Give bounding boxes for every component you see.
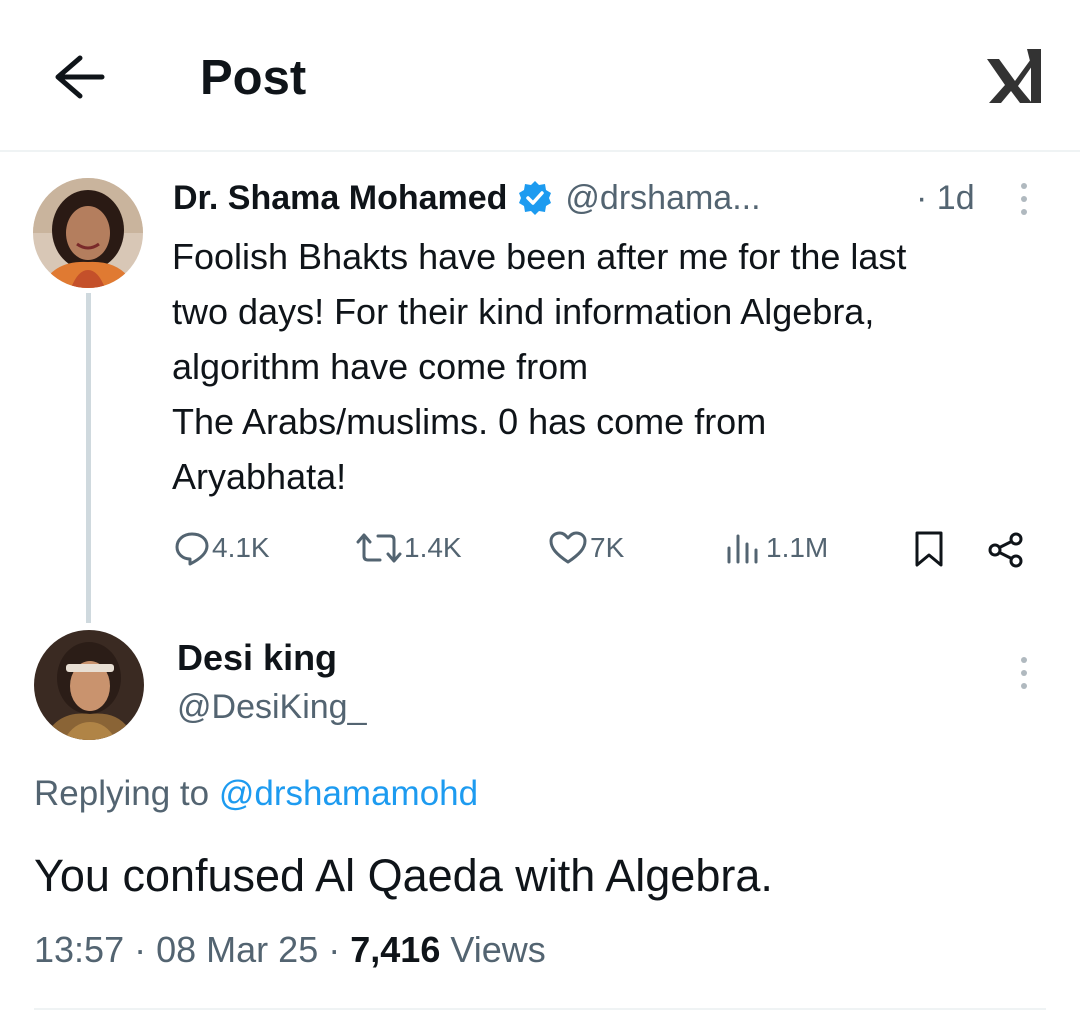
reply-text: You confused Al Qaeda with Algebra. [34, 850, 773, 901]
bookmark-icon [915, 531, 943, 567]
separator: · [134, 929, 147, 970]
avatar[interactable] [34, 630, 144, 740]
separator: · [916, 179, 928, 217]
share-button[interactable] [986, 530, 1028, 570]
post-time: · 1d [916, 174, 975, 222]
repost-icon [356, 533, 402, 563]
post-text: Foolish Bhakts have been after me for th… [172, 229, 1052, 504]
replying-to: Replying to @drshamamohd [34, 769, 478, 819]
action-bar: 4.1K 1.4K 7K 1.1M [0, 524, 1080, 574]
time-value: 1d [936, 179, 975, 217]
like-button[interactable]: 7K [548, 530, 624, 566]
handle[interactable]: @drshama... [565, 179, 760, 218]
reply-count: 4.1K [212, 532, 270, 563]
reply-icon [175, 532, 209, 566]
top-bar: Post [0, 0, 1080, 152]
page-title: Post [200, 51, 307, 105]
post-time[interactable]: 13:57 [34, 929, 124, 970]
more-options-icon[interactable] [1017, 657, 1031, 697]
x-logo-icon[interactable] [985, 45, 1045, 105]
replying-handle-link[interactable]: @drshamamohd [219, 774, 478, 813]
post-date[interactable]: 08 Mar 25 [156, 929, 318, 970]
views-icon [727, 534, 758, 564]
share-icon [988, 532, 1023, 568]
handle[interactable]: @DesiKing_ [177, 683, 367, 731]
display-name[interactable]: Dr. Shama Mohamed [173, 179, 507, 218]
verified-badge-icon [519, 181, 552, 215]
repost-count: 1.4K [404, 532, 462, 563]
post-text-line: The Arabs/muslims. 0 has come from [172, 401, 767, 442]
post-meta: 13:57 · 08 Mar 25 · 7,416 Views [34, 924, 546, 976]
avatar[interactable] [33, 178, 143, 288]
display-name[interactable]: Desi king [177, 634, 337, 682]
bookmark-button[interactable] [912, 530, 948, 568]
back-arrow-icon[interactable] [50, 50, 108, 104]
views-button[interactable]: 1.1M [724, 530, 828, 566]
post-text-line: two days! For their kind information Alg… [172, 291, 875, 332]
like-icon [549, 531, 587, 564]
repost-button[interactable]: 1.4K [356, 530, 462, 566]
reply-button[interactable]: 4.1K [174, 530, 270, 566]
divider [34, 1008, 1046, 1010]
post-text-line: algorithm have come from [172, 346, 589, 387]
post-text-line: Aryabhata! [172, 456, 347, 497]
views-count: 7,416 [350, 929, 441, 970]
views-label: Views [450, 929, 546, 970]
views-count: 1.1M [766, 532, 829, 563]
author-row: Dr. Shama Mohamed @drshama... [173, 174, 761, 222]
more-options-icon[interactable] [1017, 183, 1031, 223]
separator: · [328, 929, 341, 970]
replying-prefix: Replying to [34, 774, 210, 813]
like-count: 7K [590, 532, 625, 563]
post-text-line: Foolish Bhakts have been after me for th… [172, 236, 907, 277]
